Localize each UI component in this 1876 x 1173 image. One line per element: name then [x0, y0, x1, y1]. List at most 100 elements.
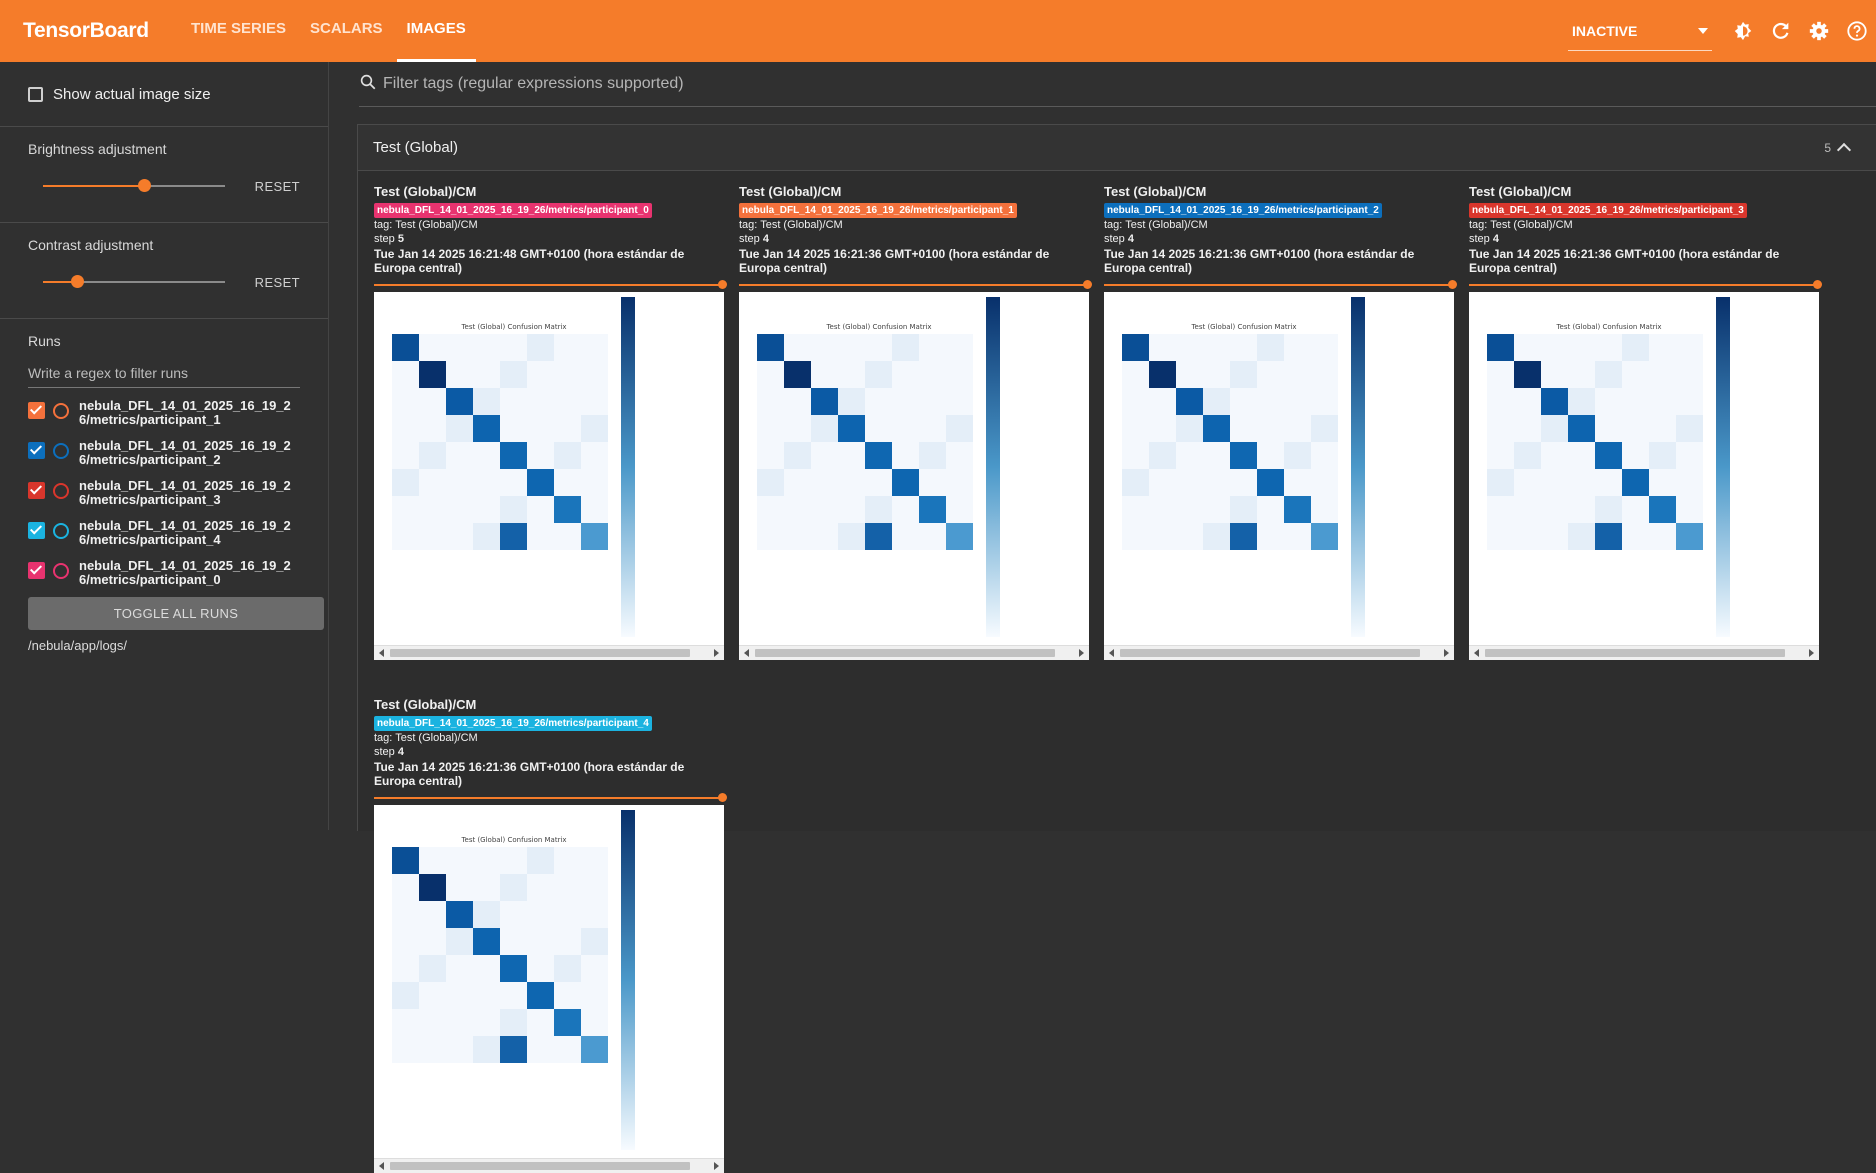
- tab-images[interactable]: IMAGES: [396, 0, 476, 62]
- card-image[interactable]: Test (Global) Confusion Matrix: [739, 292, 1089, 660]
- card-image[interactable]: Test (Global) Confusion Matrix: [374, 292, 724, 660]
- heatmap-cell: [419, 982, 446, 1009]
- heatmap-cell: [446, 415, 473, 442]
- step-slider[interactable]: [1104, 280, 1457, 289]
- run-checkbox[interactable]: [28, 522, 45, 539]
- heatmap-cell: [1284, 334, 1311, 361]
- heatmap-cell: [1122, 415, 1149, 442]
- heatmap-cell: [757, 496, 784, 523]
- brightness-slider-thumb[interactable]: [138, 179, 151, 192]
- help-icon[interactable]: [1844, 18, 1870, 44]
- run-color-swatch[interactable]: [53, 443, 69, 459]
- run-checkbox[interactable]: [28, 562, 45, 579]
- step-slider[interactable]: [739, 280, 1092, 289]
- image-horizontal-scrollbar[interactable]: [1104, 645, 1454, 660]
- brightness-slider[interactable]: [43, 179, 225, 192]
- step-slider[interactable]: [374, 280, 727, 289]
- contrast-reset-button[interactable]: RESET: [255, 275, 300, 290]
- heatmap-cell: [892, 523, 919, 550]
- run-color-swatch[interactable]: [53, 483, 69, 499]
- card-image[interactable]: Test (Global) Confusion Matrix: [1469, 292, 1819, 660]
- tab-scalars[interactable]: SCALARS: [300, 0, 393, 62]
- scroll-right-icon[interactable]: [714, 649, 719, 657]
- scroll-left-icon[interactable]: [1109, 649, 1114, 657]
- run-item[interactable]: nebula_DFL_14_01_2025_16_19_26/metrics/p…: [28, 439, 300, 468]
- card-timestamp: Tue Jan 14 2025 16:21:48 GMT+0100 (hora …: [374, 247, 685, 275]
- heatmap-cell: [419, 523, 446, 550]
- scroll-left-icon[interactable]: [1474, 649, 1479, 657]
- scroll-right-icon[interactable]: [1809, 649, 1814, 657]
- scrollbar-thumb[interactable]: [755, 649, 1055, 657]
- image-horizontal-scrollbar[interactable]: [374, 645, 724, 660]
- run-checkbox[interactable]: [28, 442, 45, 459]
- tag-group-title: Test (Global): [373, 139, 459, 156]
- run-checkbox[interactable]: [28, 482, 45, 499]
- scrollbar-thumb[interactable]: [1485, 649, 1785, 657]
- run-item[interactable]: nebula_DFL_14_01_2025_16_19_26/metrics/p…: [28, 399, 300, 428]
- step-slider-thumb[interactable]: [718, 280, 727, 289]
- scroll-right-icon[interactable]: [714, 1162, 719, 1170]
- heatmap-cell: [1622, 496, 1649, 523]
- card-image[interactable]: Test (Global) Confusion Matrix: [1104, 292, 1454, 660]
- heatmap-cell: [946, 496, 973, 523]
- heatmap-cell: [1149, 361, 1176, 388]
- scroll-right-icon[interactable]: [1079, 649, 1084, 657]
- heatmap-cell: [1230, 469, 1257, 496]
- contrast-slider[interactable]: [43, 275, 225, 288]
- run-item[interactable]: nebula_DFL_14_01_2025_16_19_26/metrics/p…: [28, 479, 300, 508]
- chevron-up-icon[interactable]: [1836, 142, 1852, 157]
- heatmap-cell: [1284, 523, 1311, 550]
- heatmap-cell: [1541, 334, 1568, 361]
- heatmap-cell: [1122, 469, 1149, 496]
- brightness-icon[interactable]: [1730, 18, 1756, 44]
- card-image[interactable]: Test (Global) Confusion Matrix: [374, 805, 724, 1173]
- runs-filter-input[interactable]: Write a regex to filter runs: [28, 365, 300, 388]
- colorbar: [1716, 297, 1730, 637]
- heatmap-cell: [865, 388, 892, 415]
- image-horizontal-scrollbar[interactable]: [1469, 645, 1819, 660]
- toggle-all-runs-button[interactable]: TOGGLE ALL RUNS: [28, 597, 324, 630]
- heatmap-cell: [1487, 334, 1514, 361]
- step-slider-thumb[interactable]: [1083, 280, 1092, 289]
- brightness-reset-button[interactable]: RESET: [255, 179, 300, 194]
- heatmap-cell: [473, 415, 500, 442]
- step-slider-thumb[interactable]: [1448, 280, 1457, 289]
- heatmap-cell: [1514, 523, 1541, 550]
- heatmap-cell: [1257, 388, 1284, 415]
- run-checkbox[interactable]: [28, 402, 45, 419]
- tab-time-series[interactable]: TIME SERIES: [181, 0, 296, 62]
- step-slider-thumb[interactable]: [718, 793, 727, 802]
- contrast-slider-thumb[interactable]: [71, 275, 84, 288]
- heatmap-cell: [1649, 442, 1676, 469]
- heatmap-cell: [838, 334, 865, 361]
- scroll-left-icon[interactable]: [744, 649, 749, 657]
- scroll-right-icon[interactable]: [1444, 649, 1449, 657]
- run-color-swatch[interactable]: [53, 403, 69, 419]
- image-horizontal-scrollbar[interactable]: [374, 1158, 724, 1173]
- scroll-left-icon[interactable]: [379, 649, 384, 657]
- run-item[interactable]: nebula_DFL_14_01_2025_16_19_26/metrics/p…: [28, 559, 300, 588]
- scrollbar-thumb[interactable]: [390, 1162, 690, 1170]
- show-actual-size-checkbox[interactable]: Show actual image size: [28, 62, 300, 126]
- heatmap-cell: [1514, 496, 1541, 523]
- scrollbar-thumb[interactable]: [1120, 649, 1420, 657]
- scrollbar-thumb[interactable]: [390, 649, 690, 657]
- tag-filter-input[interactable]: Filter tags (regular expressions support…: [383, 75, 684, 93]
- run-item[interactable]: nebula_DFL_14_01_2025_16_19_26/metrics/p…: [28, 519, 300, 548]
- image-horizontal-scrollbar[interactable]: [739, 645, 1089, 660]
- tag-group-header[interactable]: Test (Global) 5: [358, 125, 1876, 171]
- tag-filter[interactable]: Filter tags (regular expressions support…: [359, 62, 1876, 107]
- run-color-swatch[interactable]: [53, 523, 69, 539]
- checkbox-box[interactable]: [28, 86, 43, 102]
- settings-icon[interactable]: [1806, 18, 1832, 44]
- run-color-swatch[interactable]: [53, 563, 69, 579]
- refresh-icon[interactable]: [1768, 18, 1794, 44]
- scroll-left-icon[interactable]: [379, 1162, 384, 1170]
- step-slider[interactable]: [1469, 280, 1822, 289]
- step-slider-thumb[interactable]: [1813, 280, 1822, 289]
- card-step-value: 5: [397, 233, 404, 245]
- reload-status-select[interactable]: INACTIVE: [1568, 11, 1712, 51]
- heatmap-cell: [811, 469, 838, 496]
- heatmap-cell: [757, 442, 784, 469]
- step-slider[interactable]: [374, 793, 727, 802]
